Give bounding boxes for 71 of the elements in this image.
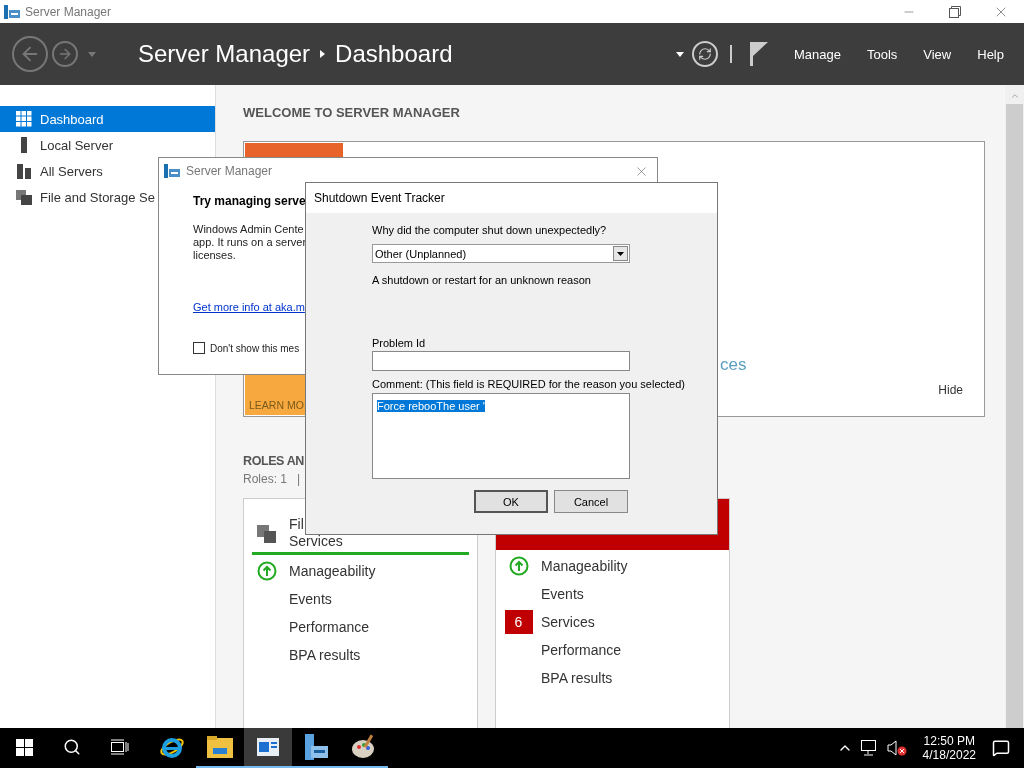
back-button[interactable] [12, 36, 48, 72]
refresh-button[interactable] [691, 41, 718, 67]
role-item[interactable]: Events [541, 586, 584, 602]
dropdown-caret-icon[interactable] [675, 51, 684, 57]
ok-button[interactable]: OK [474, 490, 548, 513]
checkbox[interactable] [193, 342, 205, 354]
sidebar-item[interactable]: Dashboard [0, 106, 215, 132]
server-manager-icon [4, 4, 20, 19]
servers-icon [16, 163, 32, 179]
clock-date[interactable]: 4/18/2022 [922, 748, 976, 762]
role-item[interactable]: BPA results [541, 670, 613, 686]
menu-item[interactable]: Manage [793, 46, 841, 62]
folders-icon [257, 524, 277, 544]
dialog-title: Server Manager [186, 164, 274, 178]
folders-icon [16, 189, 32, 205]
breadcrumb-item: Server Manager [138, 40, 311, 68]
roles-summary: Roles: 1 | [243, 472, 302, 486]
volume-muted-icon[interactable] [886, 740, 907, 756]
folder-icon[interactable] [207, 736, 233, 758]
network-icon[interactable] [860, 740, 879, 756]
notifications-icon[interactable] [992, 739, 1010, 757]
count-badge: 6 [504, 610, 533, 634]
task-view-icon[interactable] [111, 739, 129, 755]
sidebar-item[interactable]: Local Server [0, 132, 215, 158]
server-manager-icon[interactable] [303, 734, 329, 760]
dialog-message: Windows Admin Cente app. It runs on a server licenses. [193, 223, 307, 262]
refresh-icon [697, 47, 712, 61]
role-item[interactable]: Services [541, 614, 595, 630]
info-link[interactable]: Get more info at aka.m [193, 301, 305, 313]
question-label: Why did the computer shut down unexpectedly? [372, 224, 607, 236]
role-item[interactable]: Manageability [541, 558, 628, 574]
role-item[interactable]: Events [289, 591, 332, 607]
window-title: Server Manager [25, 4, 113, 19]
comment-field[interactable]: Force rebooThe user ' [372, 393, 630, 479]
reason-dropdown[interactable]: Other (Unplanned) [372, 244, 630, 263]
breadcrumb-arrow-icon [320, 50, 326, 58]
section-title: WELCOME TO SERVER MANAGER [243, 105, 461, 120]
status-ok-icon [256, 561, 277, 581]
field-label: Comment: (This field is REQUIRED for the reason you selected) [372, 378, 685, 390]
dashboard-icon [16, 111, 32, 127]
checkbox-label: Don't show this mes [210, 342, 300, 354]
forward-button[interactable] [52, 41, 78, 67]
clock-time[interactable]: 12:50 PM [923, 734, 975, 748]
flag-icon[interactable] [749, 42, 768, 66]
arrow-right-icon [57, 46, 73, 62]
search-icon[interactable] [63, 738, 81, 756]
breadcrumb-item: Dashboard [335, 40, 453, 68]
restore-icon[interactable] [949, 5, 961, 18]
menu-item[interactable]: View [923, 46, 952, 62]
role-item[interactable]: Performance [289, 619, 370, 635]
server-manager-icon [164, 164, 180, 178]
taskbar-app[interactable] [244, 728, 292, 768]
window-icon[interactable] [257, 738, 279, 756]
hide-link[interactable]: Hide [938, 383, 963, 397]
start-icon[interactable] [15, 738, 33, 756]
field-label: Problem Id [372, 337, 426, 349]
dialog-heading: Try managing serve [193, 194, 306, 208]
section-title: ROLES AN [243, 454, 305, 468]
dialog-title: Shutdown Event Tracker [314, 191, 445, 205]
problem-id-field[interactable] [372, 351, 630, 371]
role-item[interactable]: Performance [541, 642, 622, 658]
reason-description: A shutdown or restart for an unknown reason [372, 274, 591, 286]
status-ok-icon [508, 556, 529, 576]
card-title: Fil Services [289, 516, 343, 550]
dropdown-arrow-icon[interactable] [617, 251, 624, 256]
role-item[interactable]: BPA results [289, 647, 361, 663]
menu-item[interactable]: Help [977, 46, 1004, 62]
menu-item[interactable]: Tools [866, 46, 898, 62]
palette-icon[interactable] [351, 734, 377, 760]
role-item[interactable]: Manageability [289, 563, 376, 579]
cancel-button[interactable]: Cancel [554, 490, 628, 513]
